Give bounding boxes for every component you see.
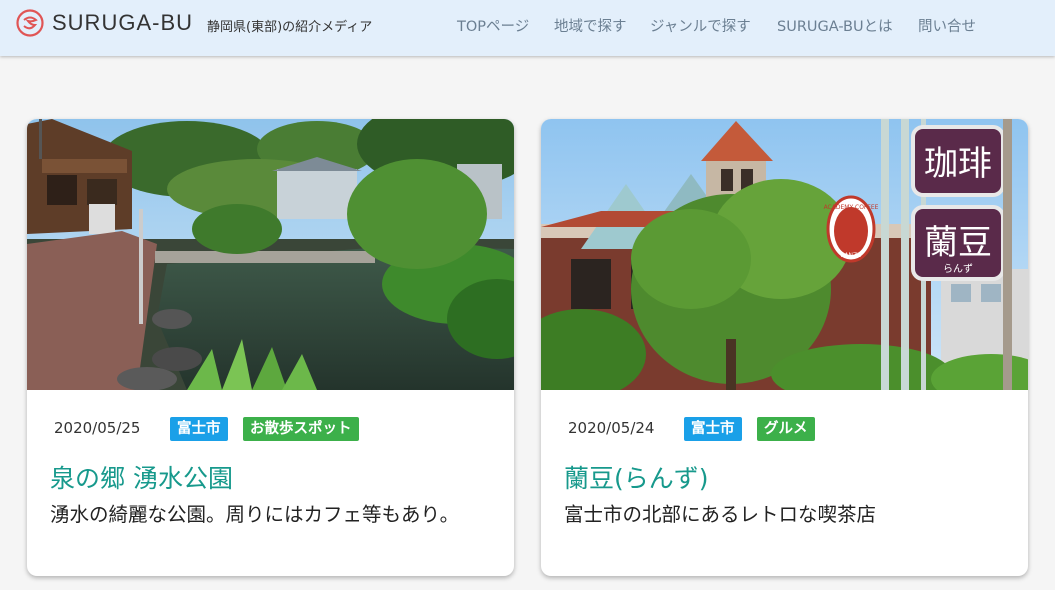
sign-ranzu-kanji: 蘭豆 [924, 223, 992, 263]
nav-genre[interactable]: ジャンルで探す [650, 15, 751, 36]
article-card[interactable]: 2020/05/25 富士市 お散歩スポット 泉の郷 湧水公園 湧水の綺麗な公園… [27, 119, 514, 576]
post-date: 2020/05/24 [568, 419, 655, 437]
site-header: SURUGA-BU 静岡県(東部)の紹介メディア TOPページ 地域で探す ジャ… [0, 0, 1055, 56]
article-photo[interactable] [27, 119, 514, 390]
article-description: 富士市の北部にあるレトロな喫茶店 [564, 503, 877, 526]
nav-contact[interactable]: 問い合せ [918, 15, 976, 36]
article-title[interactable]: 蘭豆(らんず) [564, 459, 709, 495]
genre-tag[interactable]: お散歩スポット [243, 417, 359, 441]
article-photo[interactable]: ACADEMY COFFEE RANZU 珈琲 蘭豆 らんず [541, 119, 1028, 390]
genre-tag[interactable]: グルメ [757, 417, 815, 441]
article-title[interactable]: 泉の郷 湧水公園 [50, 459, 233, 495]
sign-academy-coffee: ACADEMY COFFEE [824, 204, 879, 211]
article-card[interactable]: ACADEMY COFFEE RANZU 珈琲 蘭豆 らんず 2020/05/2… [541, 119, 1028, 576]
main-nav: TOPページ 地域で探す ジャンルで探す SURUGA-BUとは 問い合せ [0, 15, 1055, 37]
region-tag[interactable]: 富士市 [684, 417, 742, 441]
nav-region[interactable]: 地域で探す [554, 15, 627, 36]
sign-ranzu-latin: RANZU [840, 252, 861, 259]
region-tag[interactable]: 富士市 [170, 417, 228, 441]
nav-about[interactable]: SURUGA-BUとは [777, 15, 893, 36]
sign-coffee-kanji: 珈琲 [924, 144, 992, 184]
article-description: 湧水の綺麗な公園。周りにはカフェ等もあり。 [50, 503, 460, 526]
post-date: 2020/05/25 [54, 419, 141, 437]
nav-top[interactable]: TOPページ [457, 15, 529, 36]
sign-ranzu-kana: らんず [943, 263, 973, 275]
